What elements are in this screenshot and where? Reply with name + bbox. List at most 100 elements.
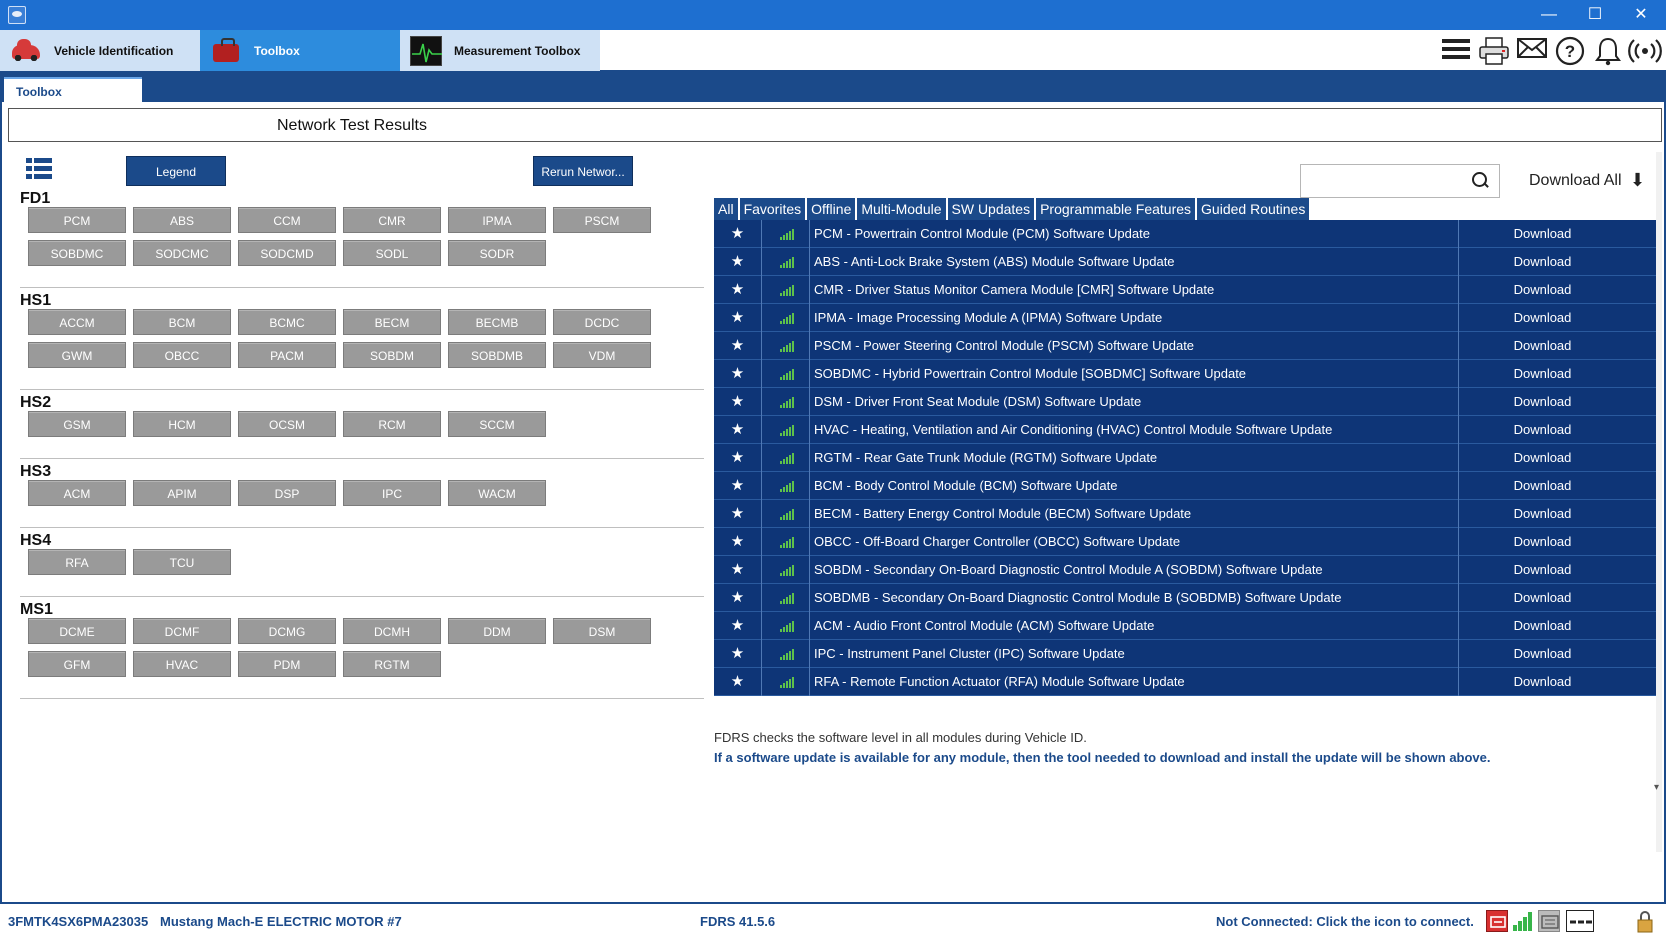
subtab-toolbox[interactable]: Toolbox (4, 77, 142, 102)
favorite-star-icon[interactable]: ★ (714, 500, 762, 528)
filter-tab-sw-updates[interactable]: SW Updates (947, 198, 1035, 220)
module-button-acm[interactable]: ACM (28, 480, 126, 506)
update-row[interactable]: ★ SOBDMB - Secondary On-Board Diagnostic … (714, 584, 1658, 612)
download-button[interactable]: Download (1459, 310, 1626, 325)
download-button[interactable]: Download (1459, 646, 1626, 661)
module-button-gfm[interactable]: GFM (28, 651, 126, 677)
tab-toolbox[interactable]: Toolbox (200, 30, 400, 71)
download-button[interactable]: Download (1459, 394, 1626, 409)
module-button-dcme[interactable]: DCME (28, 618, 126, 644)
update-row[interactable]: ★ RGTM - Rear Gate Trunk Module (RGTM) So… (714, 444, 1658, 472)
download-button[interactable]: Download (1459, 674, 1626, 689)
minimize-button[interactable]: — (1526, 0, 1572, 30)
download-button[interactable]: Download (1459, 450, 1626, 465)
favorite-star-icon[interactable]: ★ (714, 472, 762, 500)
module-button-dcmh[interactable]: DCMH (343, 618, 441, 644)
download-button[interactable]: Download (1459, 282, 1626, 297)
vci-disconnected-icon[interactable] (1486, 910, 1508, 932)
download-button[interactable]: Download (1459, 478, 1626, 493)
module-button-pcm[interactable]: PCM (28, 207, 126, 233)
update-row[interactable]: ★ HVAC - Heating, Ventilation and Air Con… (714, 416, 1658, 444)
download-button[interactable]: Download (1459, 506, 1626, 521)
tab-measurement-toolbox[interactable]: Measurement Toolbox (400, 30, 600, 71)
search-icon[interactable] (1472, 172, 1490, 190)
rerun-network-test-button[interactable]: Rerun Networ... (533, 156, 633, 186)
update-row[interactable]: ★ SOBDM - Secondary On-Board Diagnostic C… (714, 556, 1658, 584)
download-button[interactable]: Download (1459, 562, 1626, 577)
module-button-cmr[interactable]: CMR (343, 207, 441, 233)
module-button-ccm[interactable]: CCM (238, 207, 336, 233)
maximize-button[interactable]: ☐ (1572, 0, 1618, 30)
module-button-sodcmc[interactable]: SODCMC (133, 240, 231, 266)
module-button-obcc[interactable]: OBCC (133, 342, 231, 368)
update-row[interactable]: ★ CMR - Driver Status Monitor Camera Modu… (714, 276, 1658, 304)
module-button-dcmg[interactable]: DCMG (238, 618, 336, 644)
list-view-icon[interactable] (26, 158, 52, 180)
update-row[interactable]: ★ DSM - Driver Front Seat Module (DSM) So… (714, 388, 1658, 416)
module-button-gsm[interactable]: GSM (28, 411, 126, 437)
module-button-dcmf[interactable]: DCMF (133, 618, 231, 644)
module-button-dcdc[interactable]: DCDC (553, 309, 651, 335)
update-row[interactable]: ★ ABS - Anti-Lock Brake System (ABS) Modu… (714, 248, 1658, 276)
filter-tab-offline[interactable]: Offline (807, 198, 856, 220)
module-button-abs[interactable]: ABS (133, 207, 231, 233)
module-button-gwm[interactable]: GWM (28, 342, 126, 368)
module-button-becm[interactable]: BECM (343, 309, 441, 335)
favorite-star-icon[interactable]: ★ (714, 444, 762, 472)
favorite-star-icon[interactable]: ★ (714, 416, 762, 444)
module-button-ipc[interactable]: IPC (343, 480, 441, 506)
favorite-star-icon[interactable]: ★ (714, 612, 762, 640)
download-button[interactable]: Download (1459, 338, 1626, 353)
module-button-pscm[interactable]: PSCM (553, 207, 651, 233)
favorite-star-icon[interactable]: ★ (714, 220, 762, 248)
module-button-sodr[interactable]: SODR (448, 240, 546, 266)
module-button-ipma[interactable]: IPMA (448, 207, 546, 233)
favorite-star-icon[interactable]: ★ (714, 276, 762, 304)
lock-icon[interactable] (1634, 910, 1656, 933)
update-row[interactable]: ★ PCM - Powertrain Control Module (PCM) S… (714, 220, 1658, 248)
search-input[interactable] (1300, 164, 1500, 198)
module-button-hcm[interactable]: HCM (133, 411, 231, 437)
update-row[interactable]: ★ OBCC - Off-Board Charger Controller (OB… (714, 528, 1658, 556)
module-button-rcm[interactable]: RCM (343, 411, 441, 437)
module-button-rfa[interactable]: RFA (28, 549, 126, 575)
favorite-star-icon[interactable]: ★ (714, 332, 762, 360)
filter-tab-programmable-features[interactable]: Programmable Features (1036, 198, 1196, 220)
filter-tab-multi-module[interactable]: Multi-Module (857, 198, 946, 220)
download-all-button[interactable]: Download All (1529, 172, 1622, 190)
module-button-hvac[interactable]: HVAC (133, 651, 231, 677)
update-row[interactable]: ★ RFA - Remote Function Actuator (RFA) Mo… (714, 668, 1658, 696)
favorite-star-icon[interactable]: ★ (714, 556, 762, 584)
module-button-sodcmd[interactable]: SODCMD (238, 240, 336, 266)
broadcast-icon[interactable] (1628, 36, 1662, 66)
module-button-pdm[interactable]: PDM (238, 651, 336, 677)
module-button-tcu[interactable]: TCU (133, 549, 231, 575)
favorite-star-icon[interactable]: ★ (714, 668, 762, 696)
module-button-becmb[interactable]: BECMB (448, 309, 546, 335)
filter-tab-favorites[interactable]: Favorites (739, 198, 806, 220)
download-button[interactable]: Download (1459, 618, 1626, 633)
download-button[interactable]: Download (1459, 534, 1626, 549)
printer-icon[interactable] (1478, 36, 1510, 66)
scrollbar[interactable] (1656, 152, 1662, 852)
tab-vehicle-identification[interactable]: Vehicle Identification (0, 30, 200, 71)
module-button-sobdmc[interactable]: SOBDMC (28, 240, 126, 266)
module-button-bcm[interactable]: BCM (133, 309, 231, 335)
update-row[interactable]: ★ SOBDMC - Hybrid Powertrain Control Modu… (714, 360, 1658, 388)
module-button-ddm[interactable]: DDM (448, 618, 546, 644)
download-icon[interactable]: ⬇ (1630, 170, 1645, 191)
module-button-wacm[interactable]: WACM (448, 480, 546, 506)
module-button-sodl[interactable]: SODL (343, 240, 441, 266)
module-button-pacm[interactable]: PACM (238, 342, 336, 368)
filter-tab-all[interactable]: All (714, 198, 738, 220)
mail-icon[interactable] (1516, 36, 1548, 66)
bell-icon[interactable] (1592, 36, 1624, 66)
module-button-accm[interactable]: ACCM (28, 309, 126, 335)
legend-button[interactable]: Legend (126, 156, 226, 186)
close-button[interactable]: ✕ (1618, 0, 1664, 30)
update-row[interactable]: ★ BCM - Body Control Module (BCM) Softwar… (714, 472, 1658, 500)
update-row[interactable]: ★ PSCM - Power Steering Control Module (P… (714, 332, 1658, 360)
module-button-dsp[interactable]: DSP (238, 480, 336, 506)
scroll-down-icon[interactable]: ▾ (1654, 782, 1659, 793)
update-row[interactable]: ★ IPC - Instrument Panel Cluster (IPC) So… (714, 640, 1658, 668)
